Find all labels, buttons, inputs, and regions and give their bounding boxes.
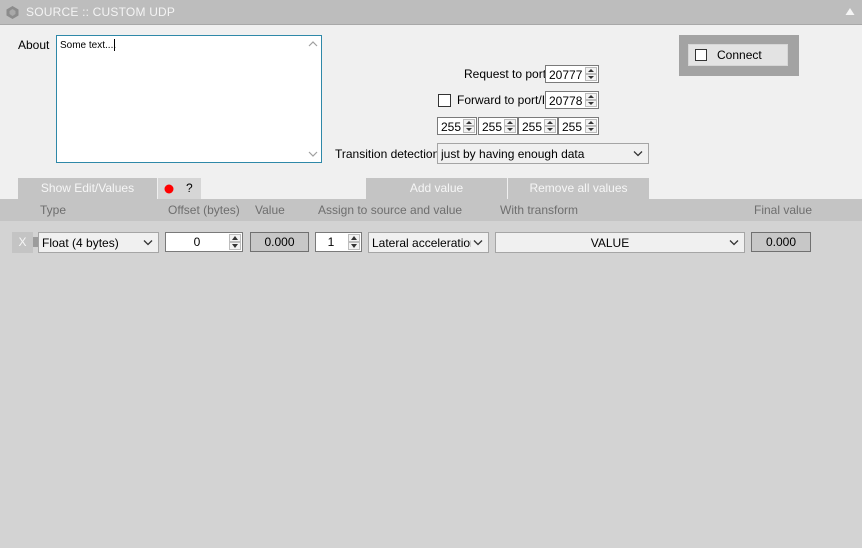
scroll-down-icon[interactable] <box>308 150 318 158</box>
column-assign: Assign to source and value <box>318 203 463 217</box>
values-area <box>0 221 862 548</box>
connect-button[interactable]: Connect <box>688 44 788 66</box>
record-dot-icon[interactable] <box>164 184 174 194</box>
request-port-label: Request to port <box>464 67 547 81</box>
app-logo-icon <box>6 6 19 19</box>
forward-port-arrows[interactable] <box>585 93 597 107</box>
spin-up-icon[interactable] <box>463 119 475 126</box>
ip-octet-value: 255 <box>441 120 462 134</box>
scroll-up-icon[interactable] <box>308 40 318 48</box>
forward-port-spinner[interactable]: 20778 <box>545 91 599 109</box>
column-transform: With transform <box>500 203 579 217</box>
about-scrollbar[interactable] <box>305 37 321 161</box>
column-final-value: Final value <box>754 203 813 217</box>
row-transform-select[interactable]: VALUE <box>495 232 745 253</box>
row-type-value: Float (4 bytes) <box>42 236 119 250</box>
connect-group: Connect <box>679 35 799 76</box>
chevron-down-icon[interactable] <box>143 239 153 246</box>
spin-down-icon[interactable] <box>229 242 241 250</box>
connect-label: Connect <box>717 48 762 62</box>
ip-octet-value: 255 <box>562 120 583 134</box>
remove-row-button[interactable]: X <box>12 232 33 253</box>
collapse-up-icon[interactable] <box>845 7 855 16</box>
record-help-tab: ? <box>158 178 201 199</box>
spin-down-icon[interactable] <box>544 126 556 133</box>
row-type-select[interactable]: Float (4 bytes) <box>38 232 159 253</box>
row-assign-select[interactable]: Lateral acceleration ( <box>368 232 489 253</box>
chevron-down-icon[interactable] <box>729 239 739 246</box>
request-port-spinner[interactable]: 20777 <box>545 65 599 83</box>
spin-down-icon[interactable] <box>585 126 597 133</box>
about-label: About <box>18 38 50 52</box>
ip-octet-arrows[interactable] <box>463 119 475 133</box>
row-index-spinner[interactable]: 1 <box>315 232 362 252</box>
spin-down-icon[interactable] <box>504 126 516 133</box>
spin-down-icon[interactable] <box>348 242 360 250</box>
ip-octet-arrows[interactable] <box>504 119 516 133</box>
window-title: SOURCE :: CUSTOM UDP <box>26 5 176 19</box>
about-text: Some text.... <box>60 40 117 51</box>
spin-up-icon[interactable] <box>585 93 597 100</box>
ip-octet-arrows[interactable] <box>585 119 597 133</box>
ip-octet-value: 255 <box>522 120 543 134</box>
remove-all-values-button[interactable]: Remove all values <box>508 178 649 199</box>
text-caret <box>114 39 115 51</box>
ip-octet-value: 255 <box>482 120 503 134</box>
transition-detection-label: Transition detection <box>335 147 440 161</box>
ip-octet-3[interactable]: 255 <box>518 117 558 135</box>
spin-down-icon[interactable] <box>585 74 597 81</box>
ip-octet-4[interactable]: 255 <box>558 117 599 135</box>
spin-down-icon[interactable] <box>585 100 597 107</box>
column-offset: Offset (bytes) <box>168 203 240 217</box>
row-offset-value: 0 <box>193 235 201 249</box>
row-index-arrows[interactable] <box>348 234 360 250</box>
tab-show-edit-values[interactable]: Show Edit/Values <box>18 178 157 199</box>
chevron-down-icon[interactable] <box>633 150 643 157</box>
ip-octet-1[interactable]: 255 <box>437 117 477 135</box>
ip-octet-2[interactable]: 255 <box>478 117 518 135</box>
forward-port-label: Forward to port/IP <box>457 93 554 107</box>
forward-checkbox[interactable] <box>438 94 451 107</box>
row-final-value-display: 0.000 <box>751 232 811 252</box>
transition-detection-select[interactable]: just by having enough data <box>437 143 649 164</box>
spin-up-icon[interactable] <box>504 119 516 126</box>
row-index-value: 1 <box>327 235 335 249</box>
ip-octet-arrows[interactable] <box>544 119 556 133</box>
spin-up-icon[interactable] <box>585 119 597 126</box>
row-value-display: 0.000 <box>250 232 309 252</box>
transition-detection-value: just by having enough data <box>441 147 585 161</box>
spin-up-icon[interactable] <box>544 119 556 126</box>
spin-down-icon[interactable] <box>463 126 475 133</box>
connect-checkbox[interactable] <box>695 49 707 61</box>
column-header-strip: Type Offset (bytes) Value Assign to sour… <box>0 199 862 221</box>
chevron-down-icon[interactable] <box>473 239 483 246</box>
spin-up-icon[interactable] <box>229 234 241 242</box>
title-bar: SOURCE :: CUSTOM UDP <box>0 0 862 25</box>
row-offset-spinner[interactable]: 0 <box>165 232 243 252</box>
row-assign-value: Lateral acceleration ( <box>372 236 471 250</box>
request-port-value: 20777 <box>549 68 583 82</box>
column-value: Value <box>255 203 285 217</box>
spin-up-icon[interactable] <box>585 67 597 74</box>
add-value-button[interactable]: Add value <box>366 178 507 199</box>
request-port-arrows[interactable] <box>585 67 597 81</box>
spin-up-icon[interactable] <box>348 234 360 242</box>
row-offset-arrows[interactable] <box>229 234 241 250</box>
help-button[interactable]: ? <box>186 181 193 195</box>
row-transform-value: VALUE <box>590 236 630 250</box>
forward-port-value: 20778 <box>549 94 583 108</box>
about-textarea[interactable]: Some text.... <box>56 35 322 163</box>
column-type: Type <box>40 203 67 217</box>
